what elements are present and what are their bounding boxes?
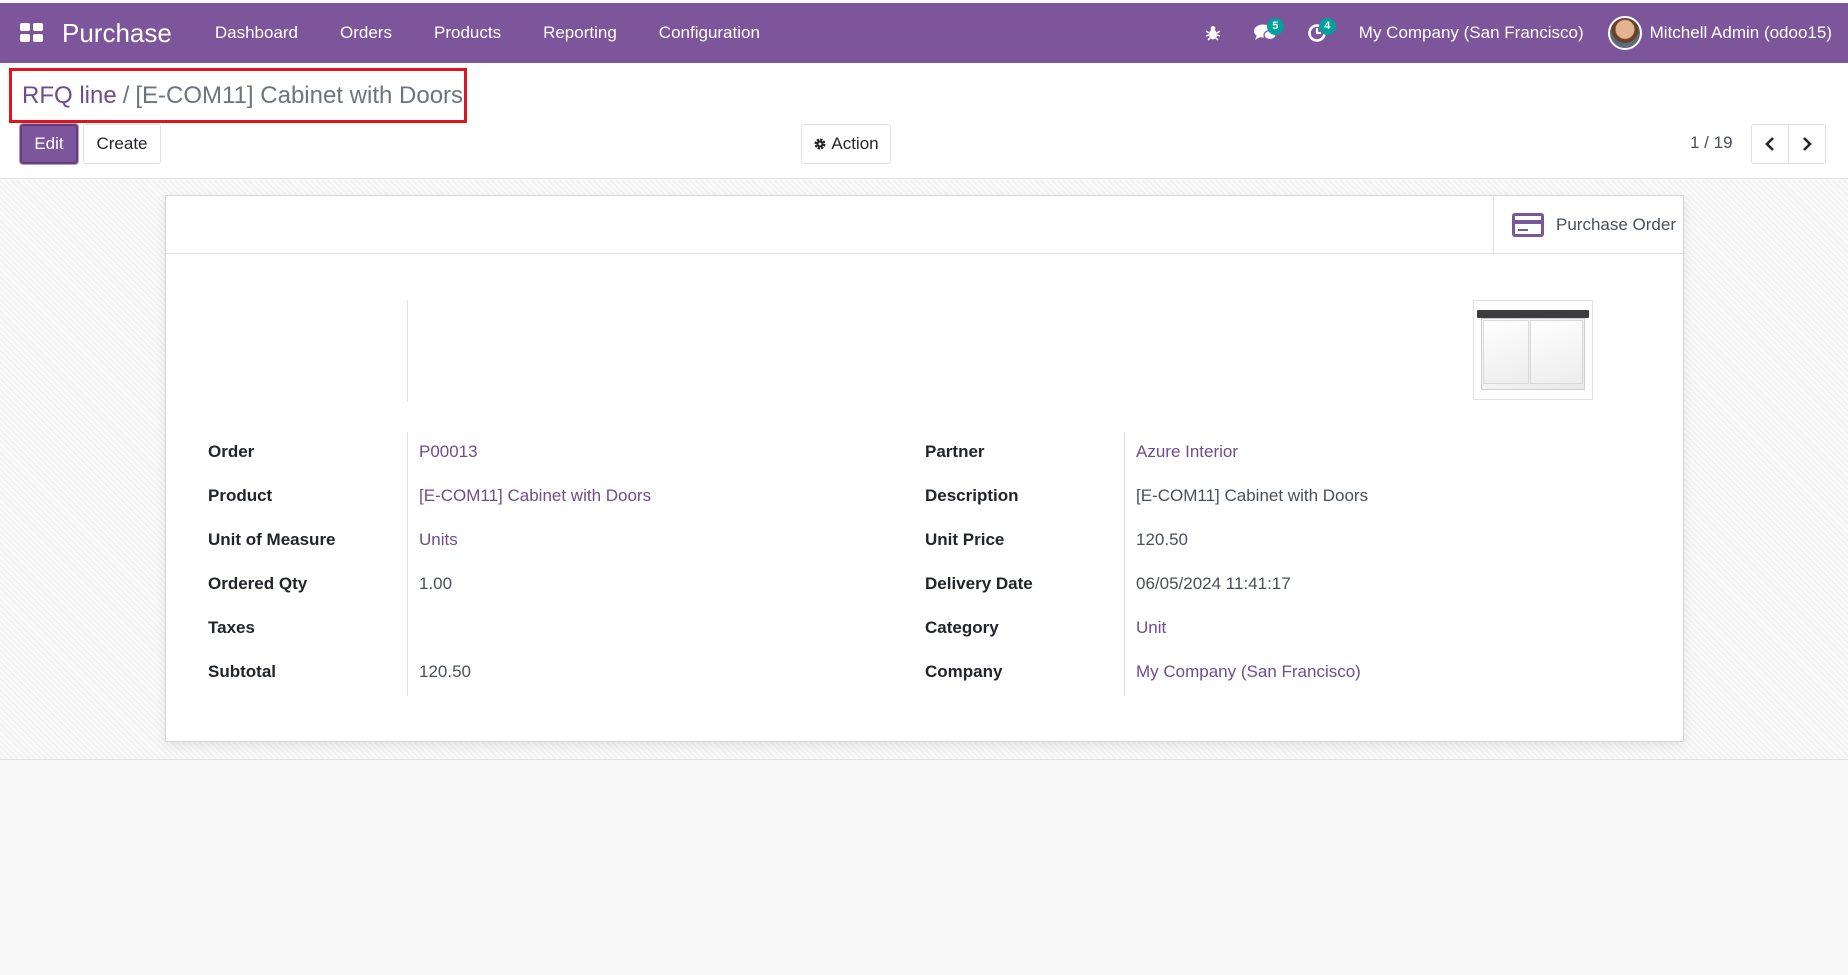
order-label: Order — [208, 442, 255, 461]
app-name[interactable]: Purchase — [62, 18, 172, 49]
purchase-order-stat-button[interactable]: Purchase Order — [1493, 196, 1683, 254]
avatar — [1607, 16, 1642, 50]
left-values: P00013 [E-COM11] Cabinet with Doors Unit… — [419, 430, 651, 694]
description-label: Description — [925, 486, 1019, 505]
taxes-label: Taxes — [208, 618, 255, 637]
category-value-link[interactable]: Unit — [1136, 618, 1166, 638]
user-menu[interactable]: Mitchell Admin (odoo15) — [1607, 16, 1848, 50]
chevron-left-icon — [1765, 137, 1774, 151]
field-divider — [407, 432, 408, 696]
top-navbar: Purchase Dashboard Orders Products Repor… — [0, 3, 1848, 63]
right-labels: Partner Description Unit Price Delivery … — [925, 430, 1033, 694]
description-value: [E-COM11] Cabinet with Doors — [1136, 486, 1369, 505]
control-panel: RFQ line / [E-COM11] Cabinet with Doors … — [0, 63, 1848, 179]
messages-icon[interactable]: 5 — [1239, 3, 1291, 63]
action-button[interactable]: Action — [801, 124, 891, 164]
subtotal-value: 120.50 — [419, 662, 471, 681]
ordered-qty-label: Ordered Qty — [208, 574, 308, 593]
right-values: Azure Interior [E-COM11] Cabinet with Do… — [1136, 430, 1368, 694]
debug-icon[interactable] — [1187, 3, 1239, 63]
delivery-date-value: 06/05/2024 11:41:17 — [1136, 574, 1291, 593]
activities-icon[interactable]: 4 — [1291, 3, 1343, 63]
partner-label: Partner — [925, 442, 985, 461]
credit-card-icon — [1512, 213, 1544, 237]
uom-label: Unit of Measure — [208, 530, 336, 549]
pager-next-button[interactable] — [1788, 124, 1826, 164]
pager-previous-button[interactable] — [1751, 124, 1789, 164]
cabinet-image — [1477, 306, 1589, 394]
messages-badge: 5 — [1266, 18, 1284, 35]
create-button[interactable]: Create — [83, 124, 161, 164]
field-divider — [407, 300, 408, 402]
company-switcher[interactable]: My Company (San Francisco) — [1343, 23, 1608, 43]
action-label: Action — [831, 134, 879, 153]
button-box: Purchase Order — [166, 196, 1683, 254]
menu-dashboard[interactable]: Dashboard — [194, 3, 319, 63]
breadcrumb: RFQ line / [E-COM11] Cabinet with Doors — [9, 68, 467, 123]
menu-reporting[interactable]: Reporting — [522, 3, 638, 63]
edit-button[interactable]: Edit — [20, 124, 78, 164]
unit-price-value: 120.50 — [1136, 530, 1188, 549]
user-name: Mitchell Admin (odoo15) — [1649, 23, 1832, 42]
form-sheet: Purchase Order Order Product Unit of Mea… — [165, 195, 1684, 742]
breadcrumb-separator: / — [122, 81, 130, 109]
uom-value-link[interactable]: Units — [419, 530, 458, 550]
pager-value[interactable]: 1 / 19 — [1690, 133, 1733, 153]
company-value-link[interactable]: My Company (San Francisco) — [1136, 662, 1361, 682]
left-labels: Order Product Unit of Measure Ordered Qt… — [208, 430, 336, 694]
gear-icon — [814, 138, 826, 150]
product-value-link[interactable]: [E-COM11] Cabinet with Doors — [419, 486, 651, 506]
breadcrumb-parent-link[interactable]: RFQ line — [22, 82, 117, 110]
category-label: Category — [925, 618, 999, 637]
menu-products[interactable]: Products — [413, 3, 522, 63]
menu-configuration[interactable]: Configuration — [638, 3, 781, 63]
chevron-right-icon — [1803, 137, 1812, 151]
activities-badge: 4 — [1318, 18, 1336, 35]
partner-value-link[interactable]: Azure Interior — [1136, 442, 1238, 462]
subtotal-label: Subtotal — [208, 662, 276, 681]
breadcrumb-current: [E-COM11] Cabinet with Doors — [135, 81, 464, 109]
purchase-order-label: Purchase Order — [1556, 215, 1676, 234]
menu-orders[interactable]: Orders — [319, 3, 413, 63]
company-label: Company — [925, 662, 1003, 681]
product-image[interactable] — [1473, 300, 1593, 400]
apps-menu-icon[interactable] — [20, 23, 44, 43]
unit-price-label: Unit Price — [925, 530, 1005, 549]
field-divider — [1124, 432, 1125, 696]
product-label: Product — [208, 486, 273, 505]
ordered-qty-value: 1.00 — [419, 574, 453, 593]
delivery-date-label: Delivery Date — [925, 574, 1033, 593]
order-value-link[interactable]: P00013 — [419, 442, 478, 462]
navbar-systray: 5 4 My Company (San Francisco) Mitchell … — [1187, 3, 1848, 63]
